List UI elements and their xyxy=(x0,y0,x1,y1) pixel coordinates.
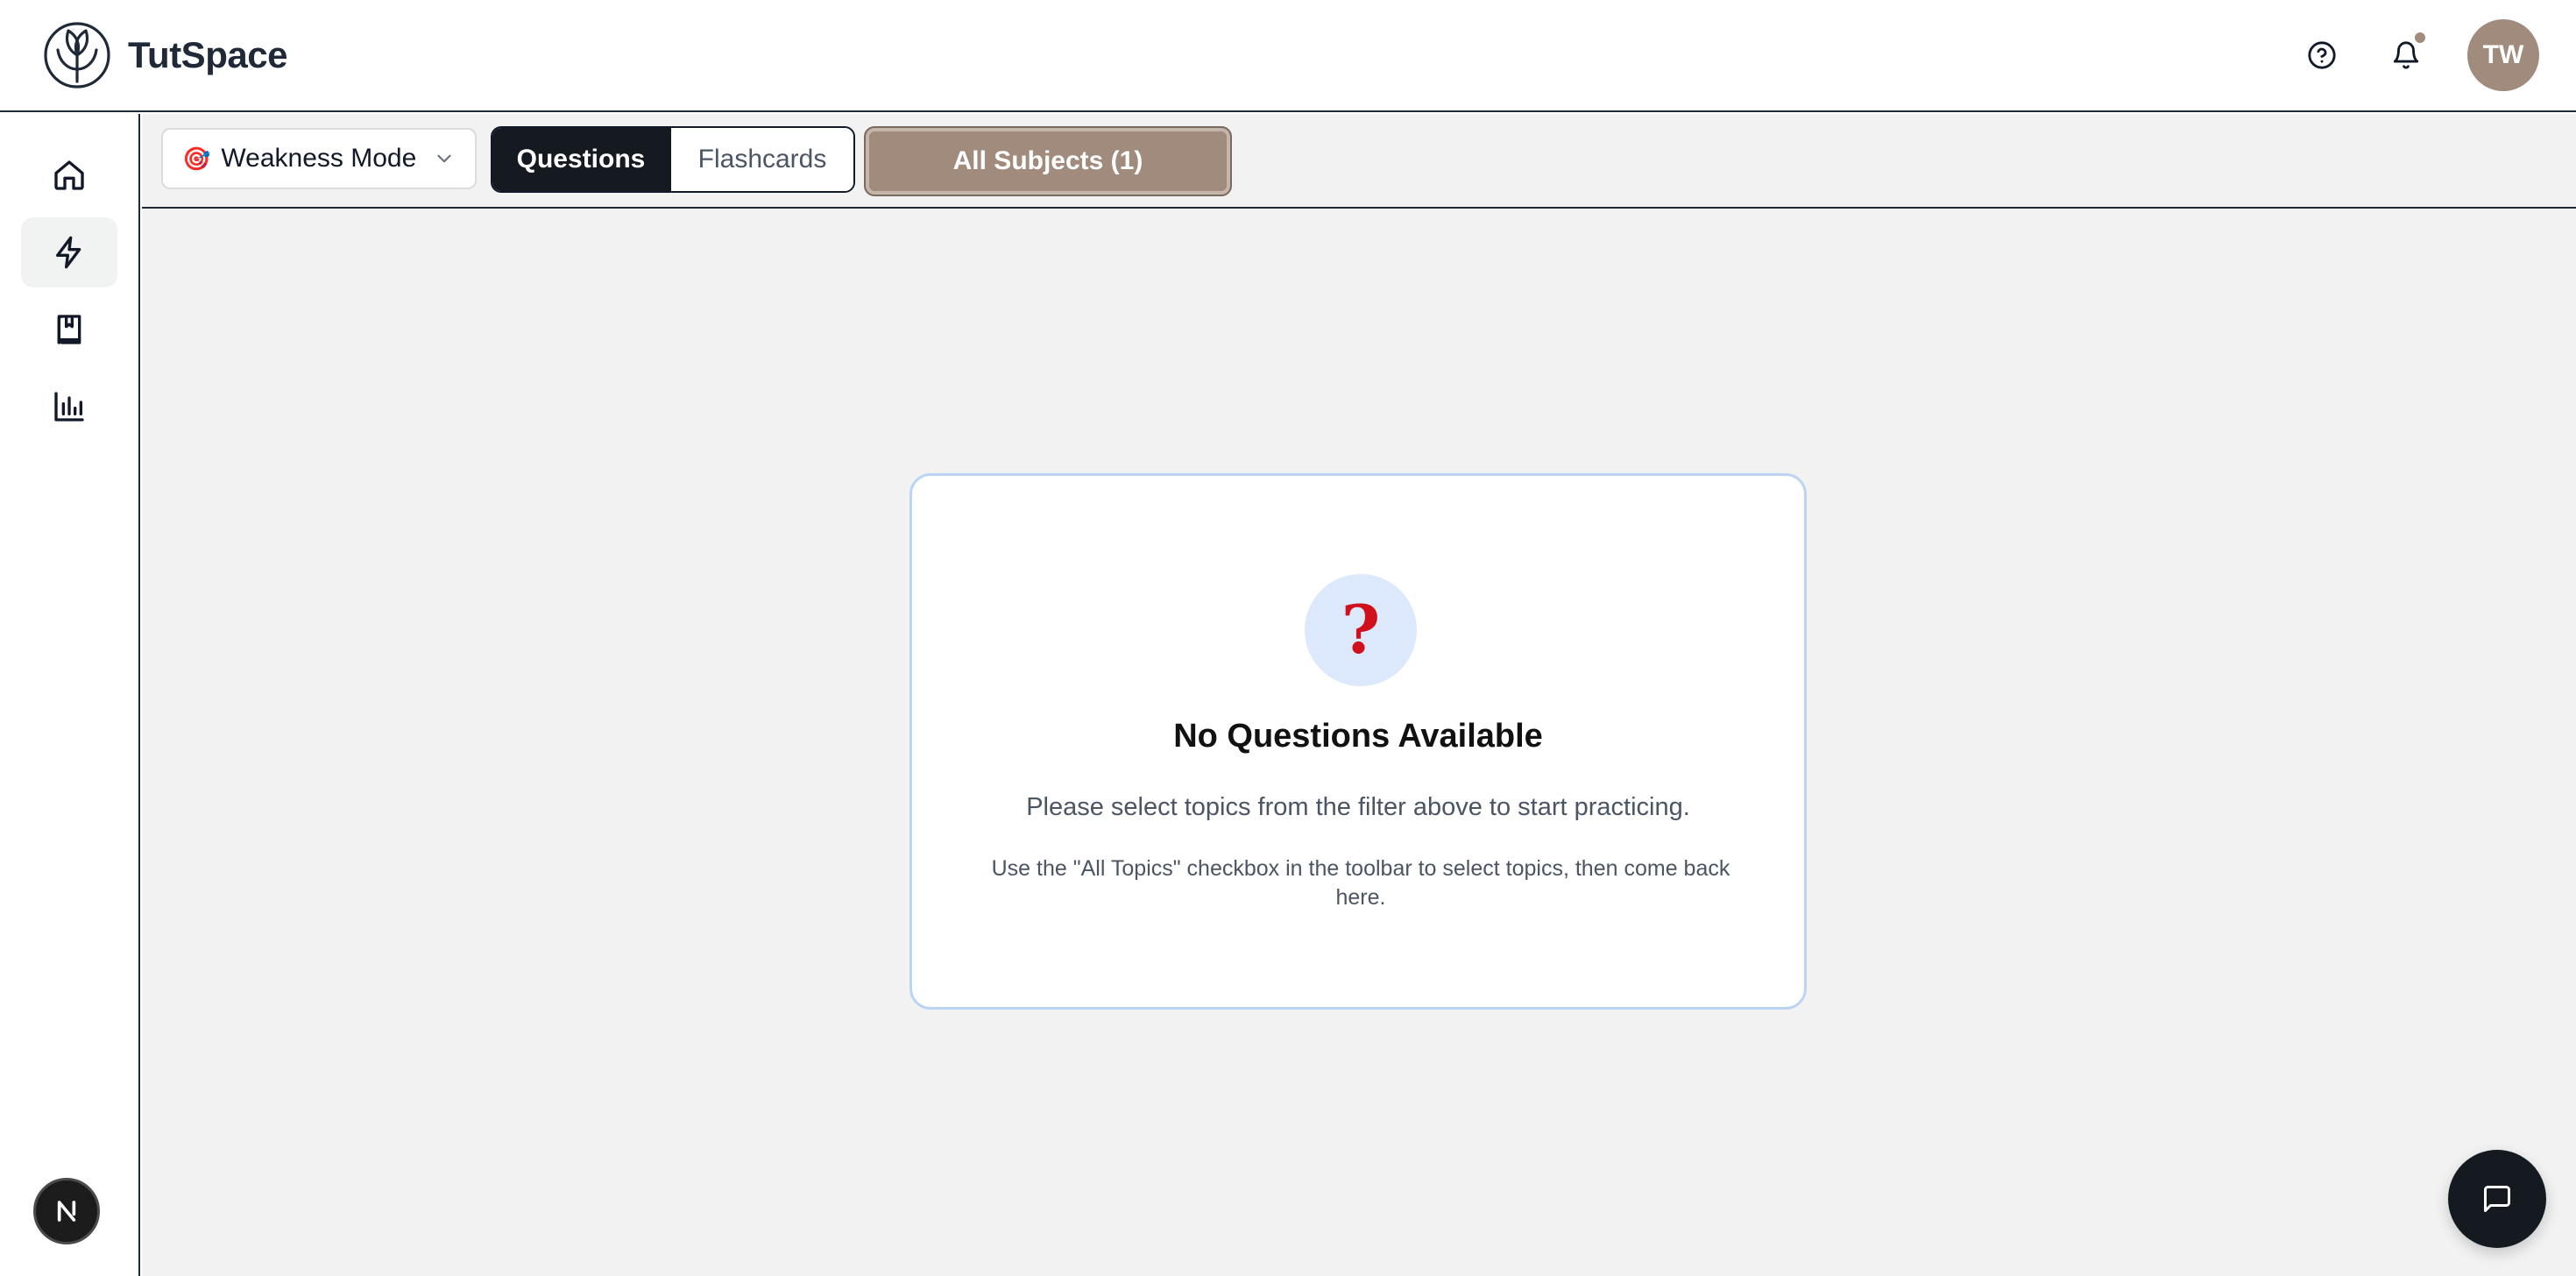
empty-state-hint: Use the "All Topics" checkbox in the too… xyxy=(991,856,1730,910)
all-subjects-button[interactable]: All Subjects (1) xyxy=(864,126,1232,196)
tab-flashcards[interactable]: Flashcards xyxy=(669,128,853,191)
sidebar-item-practice[interactable] xyxy=(21,217,117,287)
top-header: TutSpace TW xyxy=(0,0,2576,112)
tab-questions[interactable]: Questions xyxy=(492,128,669,191)
notifications-button[interactable] xyxy=(2371,20,2441,90)
bell-icon xyxy=(2393,41,2419,69)
practice-toolbar: 🎯 Weakness Mode Questions Flashcards All… xyxy=(142,114,2576,209)
sidebar-item-analytics[interactable] xyxy=(21,372,117,442)
chat-button[interactable] xyxy=(2448,1150,2546,1248)
empty-state-subtitle: Please select topics from the filter abo… xyxy=(1026,793,1690,821)
mode-select[interactable]: 🎯 Weakness Mode xyxy=(161,128,477,189)
question-mark-badge: ? xyxy=(1305,574,1417,686)
target-icon: 🎯 xyxy=(182,145,211,172)
chevron-down-icon xyxy=(437,154,451,163)
header-actions: TW xyxy=(2287,19,2539,91)
user-avatar[interactable]: TW xyxy=(2467,19,2539,91)
n-logo-icon xyxy=(57,1201,76,1222)
sidebar-item-home[interactable] xyxy=(21,140,117,210)
help-button[interactable] xyxy=(2287,20,2357,90)
home-icon xyxy=(54,160,84,190)
chat-bubble-icon xyxy=(2484,1186,2510,1212)
bookmark-book-icon xyxy=(57,315,81,344)
sidebar xyxy=(0,114,140,1276)
tutspace-logo-icon xyxy=(44,22,110,89)
sidebar-item-library[interactable] xyxy=(21,294,117,365)
question-mark-icon: ? xyxy=(1341,591,1381,669)
brand-name: TutSpace xyxy=(128,34,287,75)
main-content: 🎯 Weakness Mode Questions Flashcards All… xyxy=(142,114,2576,1276)
help-circle-icon xyxy=(2308,41,2336,69)
empty-state-title: No Questions Available xyxy=(1173,718,1543,755)
mode-select-value: Weakness Mode xyxy=(221,144,417,173)
notification-dot xyxy=(2413,31,2427,45)
bar-chart-icon xyxy=(54,392,84,422)
empty-state-card: ? No Questions Available Please select t… xyxy=(909,473,1807,1010)
lightning-icon xyxy=(56,236,81,269)
nextjs-badge[interactable] xyxy=(33,1178,100,1244)
content-type-toggle: Questions Flashcards xyxy=(491,126,855,193)
brand[interactable]: TutSpace xyxy=(42,20,287,90)
